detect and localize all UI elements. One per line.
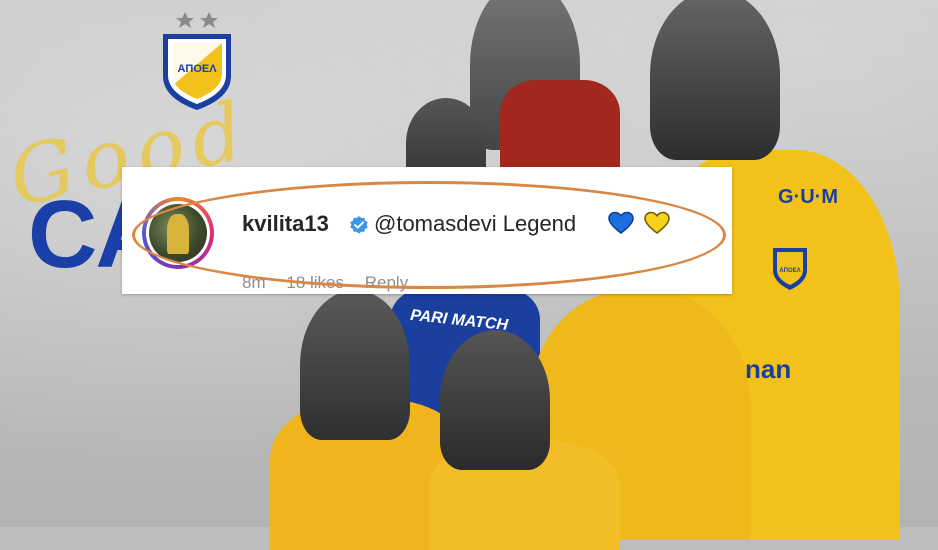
player-figure — [300, 290, 410, 440]
comment-likes[interactable]: 18 likes — [286, 273, 344, 292]
sponsor-text: G·U·M — [778, 186, 838, 208]
crest-text: ΑΠΟΕΛ — [177, 63, 217, 75]
instagram-comment-card: kvilita13 @tomasdevi Legend 8m 18 likes … — [122, 167, 732, 294]
yellow-heart-icon — [644, 211, 671, 234]
comment-meta: 8m 18 likes Reply — [242, 273, 424, 293]
comment-text: Legend — [502, 211, 577, 236]
sponsor-text: nan — [745, 354, 792, 384]
jersey-crest-logo: ΑΠΟΕΛ — [773, 248, 807, 290]
verified-badge-icon — [350, 216, 368, 234]
avatar-figure — [167, 214, 189, 254]
comment-time: 8m — [242, 273, 266, 292]
avatar[interactable] — [142, 197, 214, 269]
player-figure — [440, 330, 550, 470]
comment-username[interactable]: kvilita13 — [242, 211, 329, 237]
comment-body: @tomasdevi Legend — [374, 211, 576, 237]
comment-emojis — [608, 211, 676, 235]
blue-heart-icon — [608, 211, 634, 234]
mini-crest-text: ΑΠΟΕΛ — [779, 268, 800, 274]
comment-mention[interactable]: @tomasdevi — [374, 211, 497, 236]
apoel-crest-logo: ΑΠΟΕΛ — [163, 12, 231, 110]
reply-button[interactable]: Reply — [365, 273, 408, 292]
avatar-border — [146, 201, 210, 265]
avatar-image — [149, 204, 207, 262]
player-figure — [650, 0, 780, 160]
